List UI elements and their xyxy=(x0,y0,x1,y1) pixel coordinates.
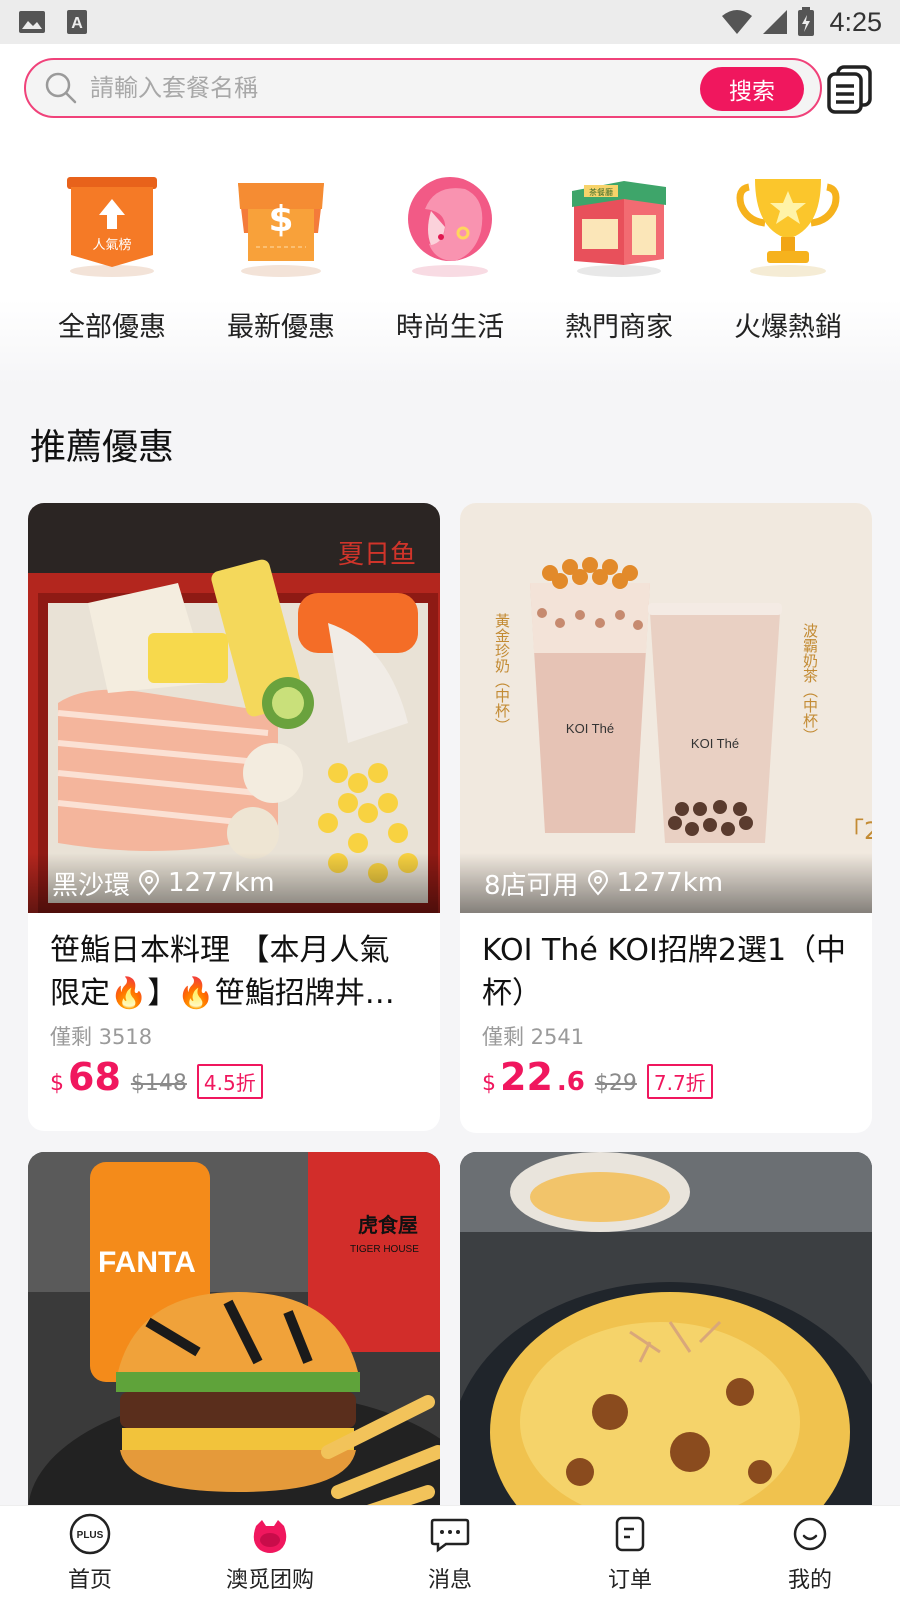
price-row: $ 22.6 $29 7.7折 xyxy=(460,1051,872,1099)
product-location: 8店可用 xyxy=(484,870,579,901)
nav-item-home[interactable]: PLUS 首页 xyxy=(15,1512,165,1594)
search-icon xyxy=(45,72,77,104)
product-distance: 1277km xyxy=(616,868,724,898)
discount-badge: 7.7折 xyxy=(646,1064,713,1099)
currency-symbol: $ xyxy=(50,1071,64,1096)
category-all-deals[interactable]: 人氣榜 全部優惠 xyxy=(28,169,196,344)
text-a-icon: A xyxy=(67,10,87,34)
box-subtitle: TIGER HOUSE xyxy=(350,1244,419,1255)
fashion-woman-icon xyxy=(408,177,492,277)
stock-remaining: 僅剩 2541 xyxy=(482,1025,585,1049)
category-badge: 茶餐廳 xyxy=(589,187,613,197)
currency-symbol: $ xyxy=(482,1071,496,1096)
price-row: $ 68 $148 4.5折 xyxy=(28,1051,440,1099)
section-title: 推薦優惠 xyxy=(30,427,175,468)
plus-home-icon: PLUS xyxy=(69,1513,111,1555)
box-title: 虎食屋 xyxy=(358,1213,418,1237)
svg-text:A: A xyxy=(71,15,83,32)
product-title: KOI Thé KOI招牌2選1（中杯） xyxy=(482,933,847,1011)
location-bar: 8店可用 1277km xyxy=(460,853,872,913)
location-pin-icon xyxy=(139,870,160,896)
nav-label: 澳觅团购 xyxy=(225,1568,314,1593)
bottom-nav: PLUS 首页 澳觅团购 消息 订单 我的 xyxy=(0,1505,900,1600)
original-price: $148 xyxy=(130,1071,187,1096)
original-price: $29 xyxy=(594,1071,637,1096)
discount-badge: 4.5折 xyxy=(196,1064,263,1099)
profile-icon xyxy=(793,1517,827,1551)
order-icon xyxy=(615,1516,645,1552)
svg-text:PLUS: PLUS xyxy=(77,1530,104,1541)
category-label: 最新優惠 xyxy=(227,312,335,343)
wifi-icon xyxy=(722,10,753,34)
search-box[interactable]: 搜索 xyxy=(24,58,822,118)
sushi-bowl-image: 夏日鱼 xyxy=(28,503,440,913)
category-hot-merchants[interactable]: 茶餐廳 熱門商家 xyxy=(535,169,703,344)
product-image: KOI Thé KOI Thé 黃金珍奶（中杯） 波霸奶茶（中杯） 「2 8店可… xyxy=(460,503,872,913)
corner-caption: 「2 xyxy=(840,817,872,845)
category-label: 熱門商家 xyxy=(565,312,673,343)
status-time: 4:25 xyxy=(829,6,882,37)
popularity-ranking-icon: 人氣榜 xyxy=(67,177,157,277)
nav-item-group-buy[interactable]: 澳觅团购 xyxy=(195,1512,345,1594)
group-buy-icon xyxy=(253,1520,287,1553)
nav-label: 首页 xyxy=(67,1568,112,1593)
price-decimal: .6 xyxy=(556,1067,585,1097)
category-hot-sellers[interactable]: 火爆熱銷 xyxy=(704,169,872,344)
product-image: 夏日鱼 黑沙環 1277km xyxy=(28,503,440,913)
image-caption-right: 波霸奶茶（中杯） xyxy=(801,623,819,743)
nav-label: 订单 xyxy=(607,1568,652,1593)
image-caption-left: 黃金珍奶（中杯） xyxy=(493,613,511,733)
trophy-icon xyxy=(736,179,840,277)
nav-item-profile[interactable]: 我的 xyxy=(735,1512,885,1594)
coupon-dollar-icon: $ xyxy=(238,183,324,277)
product-distance: 1277km xyxy=(168,868,275,898)
svg-text:$: $ xyxy=(268,199,293,240)
product-location: 黑沙環 xyxy=(52,870,131,901)
category-label: 全部優惠 xyxy=(58,312,166,343)
category-fashion-life[interactable]: 時尚生活 xyxy=(366,169,534,344)
nav-label: 消息 xyxy=(427,1568,472,1593)
price-integer: 22 xyxy=(500,1055,553,1099)
location-bar: 黑沙環 1277km xyxy=(28,853,440,913)
location-pin-icon xyxy=(587,870,608,896)
category-label: 火爆熱銷 xyxy=(734,312,842,343)
status-bar: A 4:25 xyxy=(0,0,900,44)
product-card[interactable]: KOI Thé KOI Thé 黃金珍奶（中杯） 波霸奶茶（中杯） 「2 8店可… xyxy=(460,503,872,1133)
image-icon xyxy=(19,11,45,33)
nav-item-orders[interactable]: 订单 xyxy=(555,1512,705,1594)
product-title: 笹鮨日本料理 【本月人氣限定🔥】🔥笹鮨招牌丼… xyxy=(50,933,395,1011)
category-row: 人氣榜 全部優惠 $ 最新優惠 時尚生活 茶餐廳 熱門商家 火爆熱銷 xyxy=(28,169,872,344)
image-caption: 夏日鱼 xyxy=(338,540,416,570)
cup-brand: KOI Thé xyxy=(566,721,614,736)
category-label: 時尚生活 xyxy=(396,312,504,343)
signal-icon xyxy=(763,10,788,34)
bubble-tea-image: KOI Thé KOI Thé 黃金珍奶（中杯） 波霸奶茶（中杯） 「2 xyxy=(460,503,872,913)
stock-remaining: 僅剩 3518 xyxy=(50,1025,153,1049)
header-area: 搜索 人氣榜 全部優惠 $ xyxy=(0,44,900,384)
can-label: FANTA xyxy=(98,1246,196,1279)
copy-list-icon[interactable] xyxy=(826,64,874,114)
search-input[interactable] xyxy=(90,74,670,102)
search-button[interactable]: 搜索 xyxy=(700,67,804,111)
nav-item-messages[interactable]: 消息 xyxy=(375,1512,525,1594)
message-icon xyxy=(430,1518,470,1553)
product-card[interactable]: 夏日鱼 黑沙環 1277km 笹鮨日本料理 【本月人氣限定🔥】🔥笹鮨招牌丼… 僅… xyxy=(28,503,440,1131)
battery-icon xyxy=(798,7,815,36)
category-badge: 人氣榜 xyxy=(92,237,131,253)
shop-icon: 茶餐廳 xyxy=(572,181,666,277)
category-newest-deals[interactable]: $ 最新優惠 xyxy=(197,169,365,344)
cup-brand: KOI Thé xyxy=(691,736,739,751)
nav-label: 我的 xyxy=(787,1568,832,1593)
price-integer: 68 xyxy=(68,1055,121,1099)
